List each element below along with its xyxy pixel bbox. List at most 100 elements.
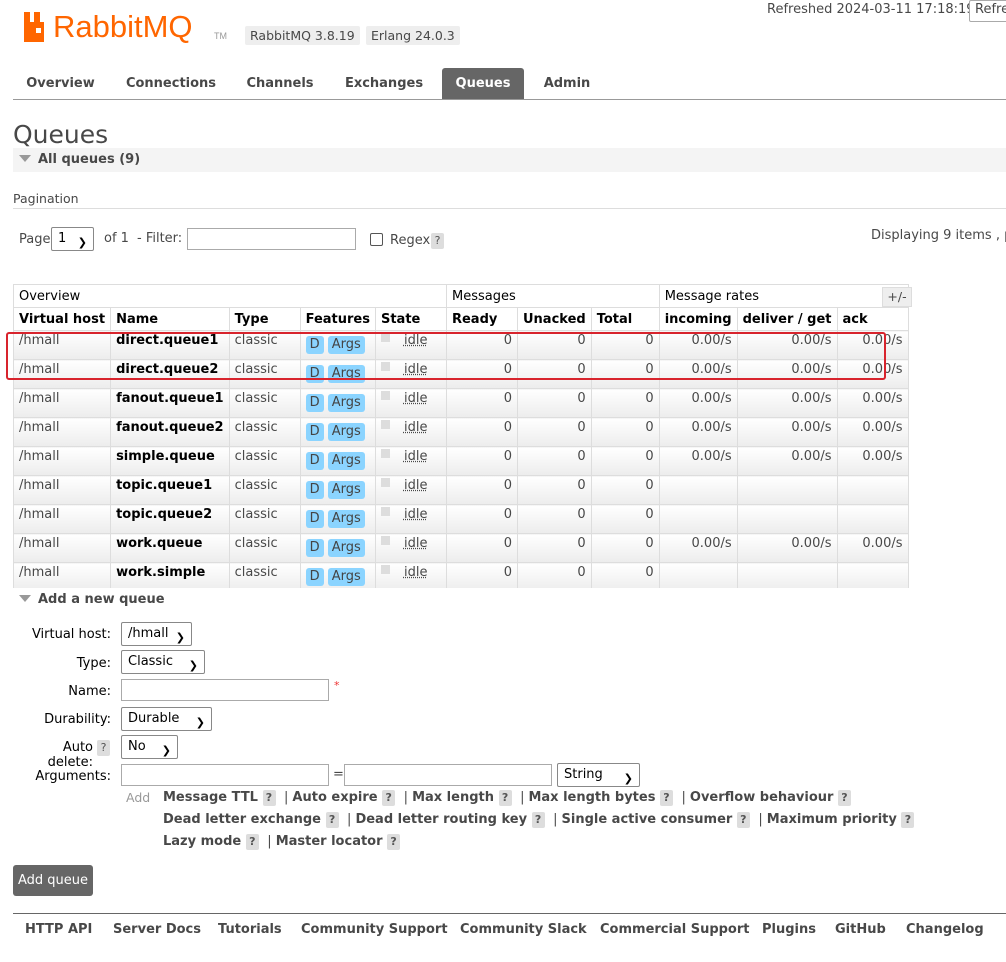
- type-select[interactable]: Classic ❯: [121, 650, 205, 674]
- add-queue-button[interactable]: Add queue: [13, 865, 93, 896]
- argument-shortcut-link[interactable]: Overflow behaviour: [690, 790, 834, 805]
- argument-shortcut-link[interactable]: Maximum priority: [767, 812, 897, 827]
- all-queues-toggle[interactable]: All queues (9): [13, 148, 1006, 172]
- cell-state: idle: [374, 417, 447, 447]
- argument-help-button[interactable]: ?: [837, 789, 851, 806]
- argument-shortcut-link[interactable]: Single active consumer: [562, 812, 733, 827]
- args-badge[interactable]: Args: [327, 423, 365, 441]
- queue-name-link[interactable]: fanout.queue1: [110, 388, 230, 418]
- col-deliver-get[interactable]: deliver / get: [736, 307, 838, 331]
- argument-shortcut-link[interactable]: Auto expire: [292, 790, 377, 805]
- argument-shortcut-link[interactable]: Message TTL: [163, 790, 258, 805]
- argument-shortcut-link[interactable]: Master locator: [276, 834, 383, 849]
- refreshed-timestamp: Refreshed 2024-03-11 17:18:19: [767, 2, 975, 17]
- state-label: idle: [403, 507, 428, 522]
- columns-toggle-button[interactable]: +/-: [882, 287, 912, 307]
- argument-help-button[interactable]: ?: [498, 789, 512, 806]
- footer-link-community-slack[interactable]: Community Slack: [460, 922, 587, 937]
- argument-shortcut-link[interactable]: Dead letter exchange: [163, 812, 321, 827]
- argument-help-button[interactable]: ?: [325, 811, 339, 828]
- queue-name-link[interactable]: work.queue: [110, 533, 230, 563]
- footer-link-http-api[interactable]: HTTP API: [25, 922, 92, 937]
- table-row[interactable]: /hmall topic.queue2 classic D Args idle 0 0 0: [12, 504, 909, 534]
- footer-link-server-docs[interactable]: Server Docs: [113, 922, 201, 937]
- col-total[interactable]: Total: [590, 307, 660, 331]
- tab-connections[interactable]: Connections: [118, 68, 224, 99]
- argument-shortcut-link[interactable]: Lazy mode: [163, 834, 241, 849]
- cell-vhost: /hmall: [12, 504, 112, 534]
- argument-help-button[interactable]: ?: [382, 789, 396, 806]
- table-row[interactable]: /hmall fanout.queue1 classic D Args idle 0 0 0 0…: [12, 388, 909, 418]
- tab-channels[interactable]: Channels: [236, 68, 324, 99]
- footer-link-community-support[interactable]: Community Support: [301, 922, 448, 937]
- col-ready[interactable]: Ready: [445, 307, 518, 331]
- filter-input[interactable]: [187, 228, 356, 250]
- col-ack[interactable]: ack: [836, 307, 909, 331]
- args-badge[interactable]: Args: [327, 394, 365, 412]
- refresh-interval-select[interactable]: Refre: [969, 0, 1006, 22]
- args-badge[interactable]: Args: [327, 510, 365, 528]
- table-row[interactable]: /hmall simple.queue classic D Args idle 0 0 0 0.…: [12, 446, 909, 476]
- table-row[interactable]: /hmall topic.queue1 classic D Args idle 0 0 0: [12, 475, 909, 505]
- table-row[interactable]: /hmall fanout.queue2 classic D Args idle 0 0 0 0…: [12, 417, 909, 447]
- add-queue-toggle[interactable]: Add a new queue: [13, 588, 1006, 612]
- tab-queues[interactable]: Queues: [442, 68, 524, 99]
- argument-help-button[interactable]: ?: [262, 789, 276, 806]
- queue-name-link[interactable]: simple.queue: [110, 446, 230, 476]
- vhost-label: Virtual host:: [31, 627, 111, 642]
- args-badge[interactable]: Args: [327, 481, 365, 499]
- col-unacked[interactable]: Unacked: [516, 307, 592, 331]
- queue-name-link[interactable]: direct.queue1: [110, 330, 230, 360]
- tab-overview[interactable]: Overview: [13, 68, 108, 99]
- col-state[interactable]: State: [374, 307, 447, 331]
- table-row[interactable]: /hmall direct.queue1 classic D Args idle 0 0 0 0…: [12, 330, 909, 360]
- argument-shortcut-link[interactable]: Max length: [412, 790, 494, 805]
- argument-value-input[interactable]: [344, 764, 552, 786]
- footer-link-commercial-support[interactable]: Commercial Support: [600, 922, 750, 937]
- argument-help-button[interactable]: ?: [901, 811, 915, 828]
- tab-exchanges[interactable]: Exchanges: [335, 68, 433, 99]
- cell-total: 0: [590, 533, 660, 563]
- argument-help-button[interactable]: ?: [531, 811, 545, 828]
- tab-admin[interactable]: Admin: [534, 68, 600, 99]
- table-row[interactable]: /hmall direct.queue2 classic D Args idle 0 0 0 0…: [12, 359, 909, 389]
- footer-link-github[interactable]: GitHub: [835, 922, 886, 937]
- argument-help-button[interactable]: ?: [245, 833, 259, 850]
- argument-key-input[interactable]: [121, 764, 329, 786]
- queue-name-link[interactable]: topic.queue1: [110, 475, 230, 505]
- col-virtual-host[interactable]: Virtual host: [12, 307, 112, 331]
- argument-type-select[interactable]: String ❯: [557, 763, 640, 787]
- col-incoming[interactable]: incoming: [658, 307, 738, 331]
- col-features[interactable]: Features: [299, 307, 376, 331]
- argument-help-button[interactable]: ?: [387, 833, 401, 850]
- queue-name-input[interactable]: [121, 679, 329, 701]
- argument-help-button[interactable]: ?: [736, 811, 750, 828]
- col-name[interactable]: Name: [110, 307, 230, 331]
- col-type[interactable]: Type: [228, 307, 301, 331]
- page-select[interactable]: 1 ❯: [51, 227, 94, 251]
- footer-link-tutorials[interactable]: Tutorials: [218, 922, 282, 937]
- args-badge[interactable]: Args: [327, 452, 365, 470]
- args-badge[interactable]: Args: [327, 568, 365, 586]
- cell-ack: 0.00/s: [836, 388, 909, 418]
- equals-sign: =: [333, 767, 344, 782]
- regex-checkbox[interactable]: [370, 233, 383, 246]
- args-badge[interactable]: Args: [327, 336, 365, 354]
- argument-shortcut-link[interactable]: Max length bytes: [528, 790, 655, 805]
- regex-help-button[interactable]: ?: [431, 233, 444, 249]
- args-badge[interactable]: Args: [327, 539, 365, 557]
- argument-shortcut-link[interactable]: Dead letter routing key: [355, 812, 527, 827]
- argument-help-button[interactable]: ?: [659, 789, 673, 806]
- footer-link-changelog[interactable]: Changelog: [906, 922, 984, 937]
- queue-name-link[interactable]: direct.queue2: [110, 359, 230, 389]
- args-badge[interactable]: Args: [327, 365, 365, 383]
- durable-badge: D: [305, 481, 324, 499]
- footer-link-plugins[interactable]: Plugins: [762, 922, 816, 937]
- auto-delete-select[interactable]: No ❯: [121, 735, 178, 759]
- durability-select[interactable]: Durable ❯: [121, 707, 212, 731]
- queue-name-link[interactable]: topic.queue2: [110, 504, 230, 534]
- queue-name-link[interactable]: fanout.queue2: [110, 417, 230, 447]
- table-row[interactable]: /hmall work.queue classic D Args idle 0 0 0 0.00…: [12, 533, 909, 563]
- auto-delete-help-button[interactable]: ?: [97, 740, 110, 756]
- vhost-select[interactable]: /hmall ❯: [121, 622, 192, 646]
